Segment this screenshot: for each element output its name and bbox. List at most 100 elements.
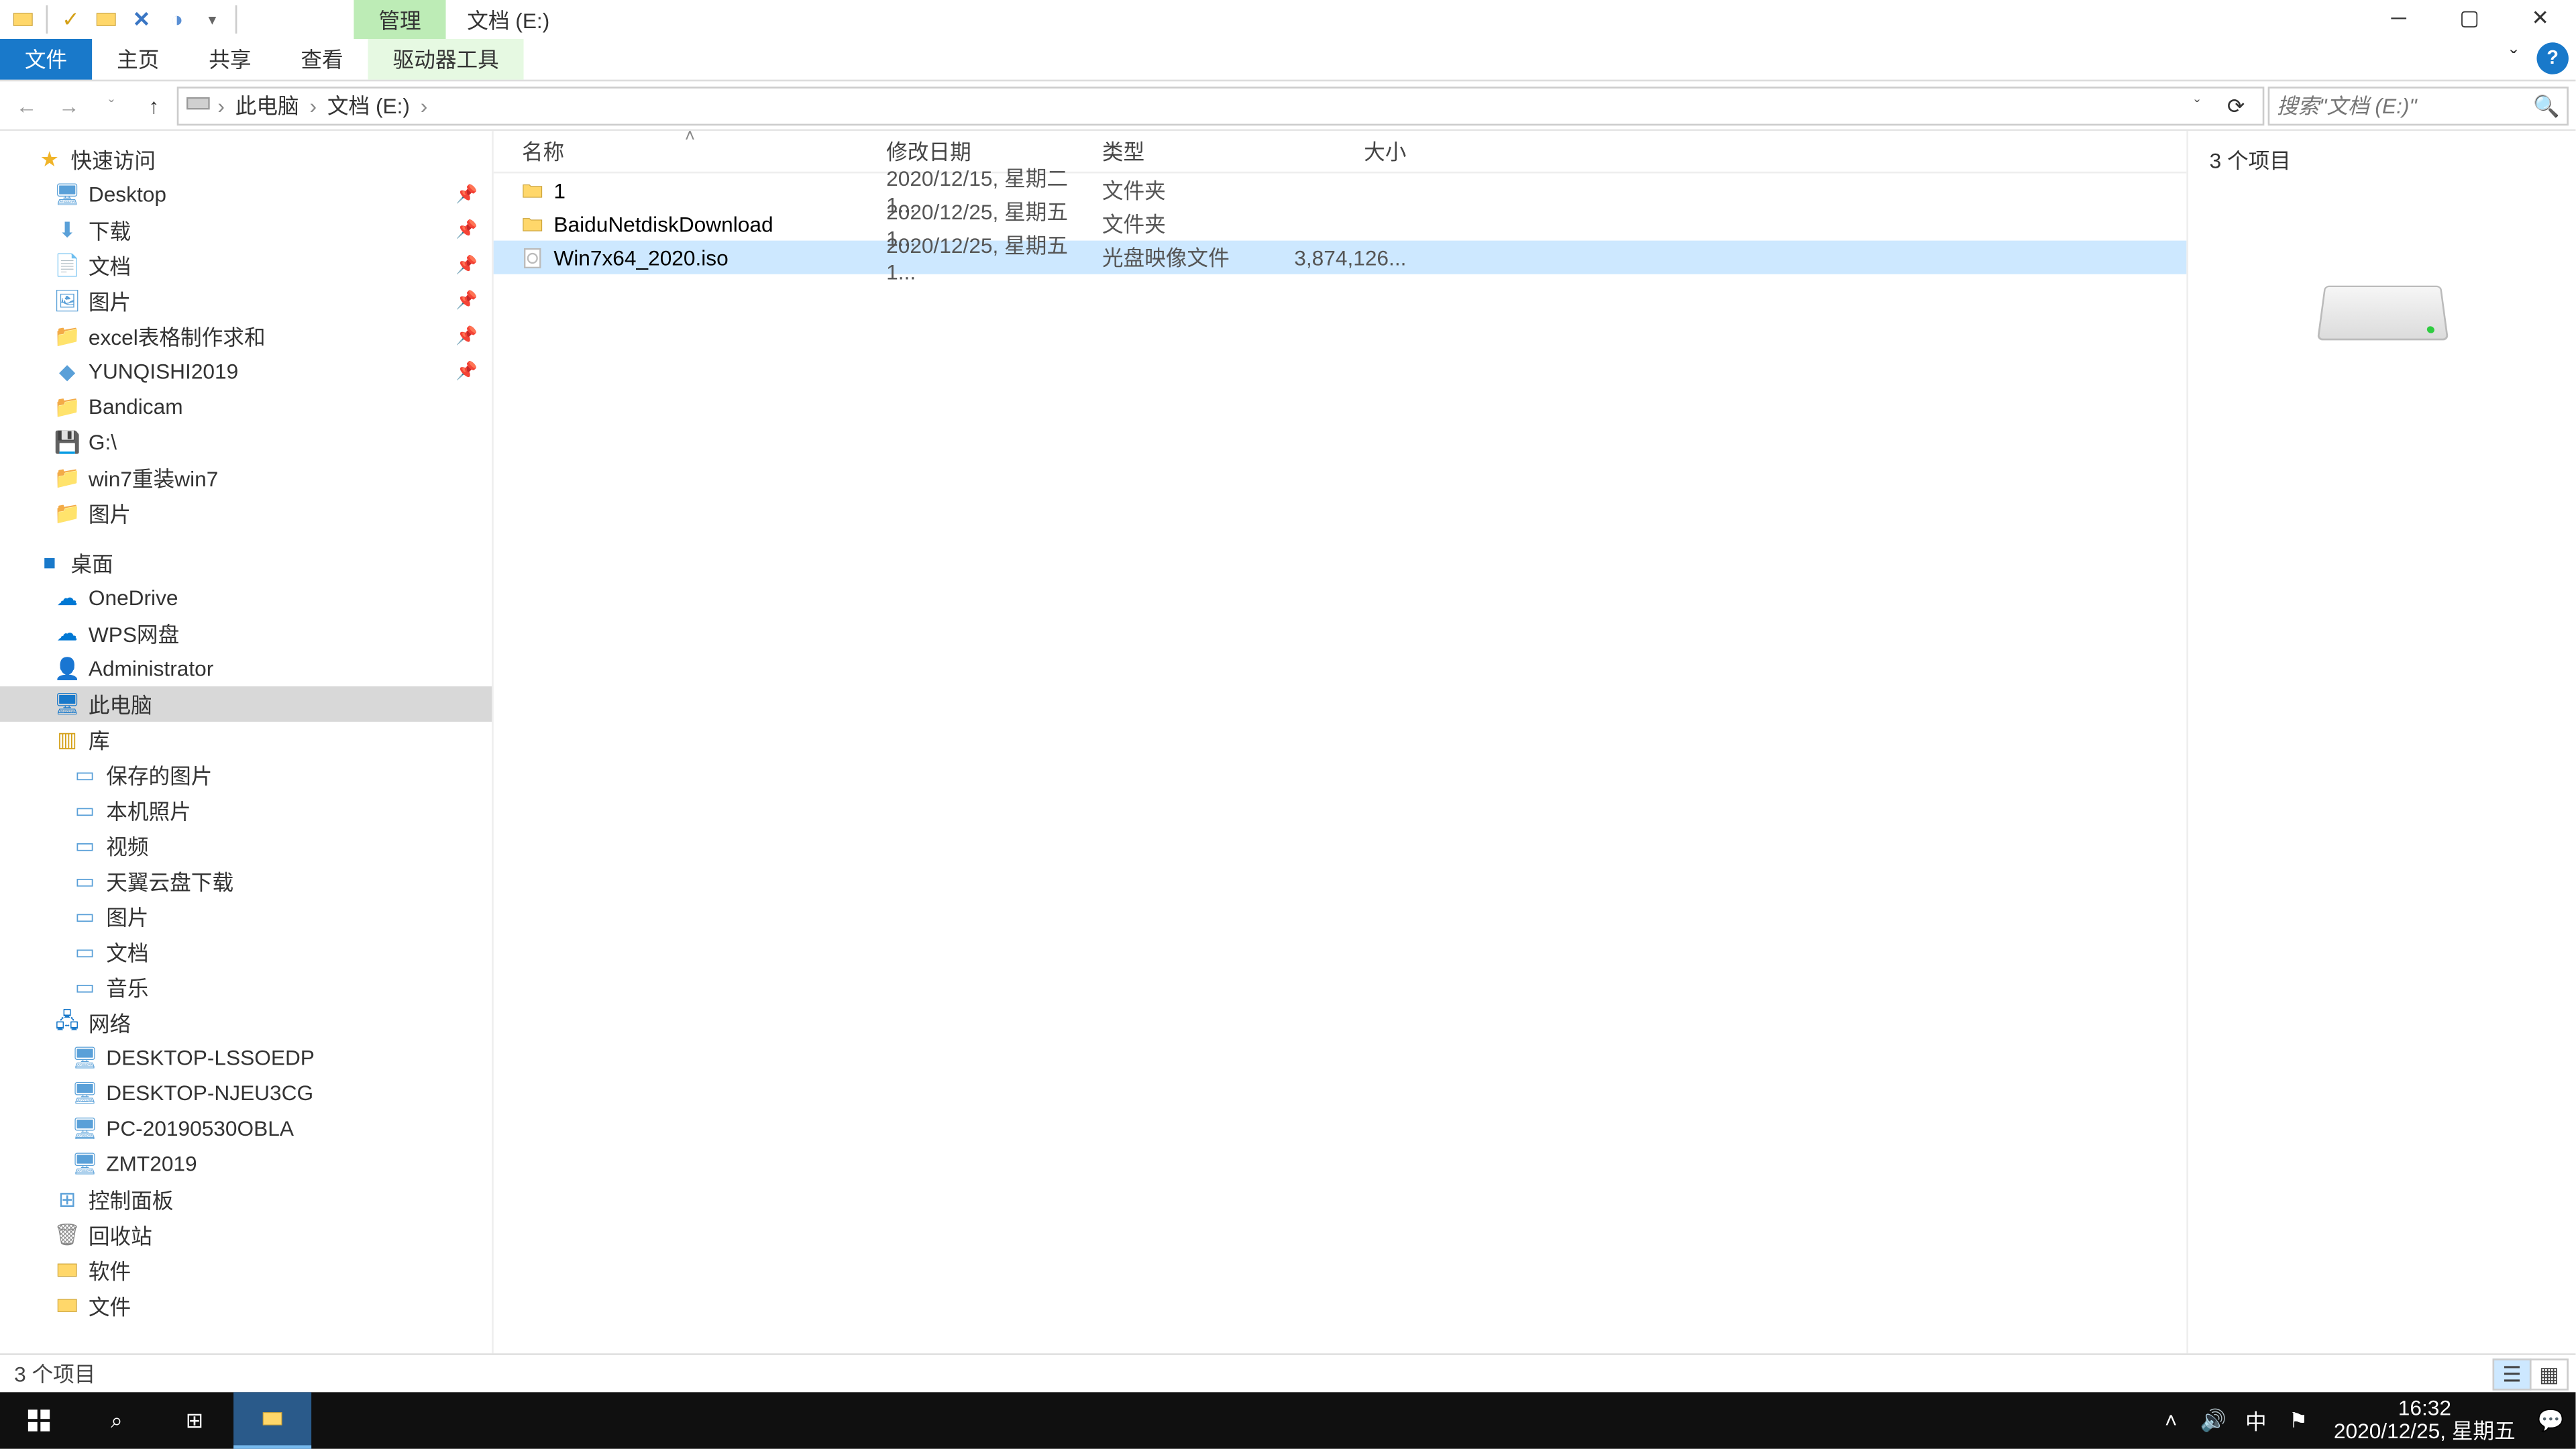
sidebar-item[interactable]: 🖼图片📌	[0, 283, 492, 319]
nav-label: WPS网盘	[89, 619, 179, 649]
maximize-button[interactable]: ▢	[2434, 0, 2505, 36]
tab-file[interactable]: 文件	[0, 39, 92, 80]
nav-network[interactable]: 🖧 网络	[0, 1005, 492, 1040]
thumbnails-view-button[interactable]: ▦	[2530, 1358, 2569, 1389]
sidebar-item[interactable]: 🖥PC-20190530OBLA	[0, 1111, 492, 1146]
file-list[interactable]: ˄ 名称 修改日期 类型 大小 1 2020/12/15, 星期二 1... 文…	[494, 131, 2187, 1353]
nav-label: DESKTOP-NJEU3CG	[106, 1081, 313, 1106]
clock[interactable]: 16:32 2020/12/25, 星期五	[2323, 1397, 2526, 1444]
folder-icon: 📁	[53, 499, 81, 527]
sidebar-item[interactable]: 📁excel表格制作求和📌	[0, 319, 492, 354]
sidebar-item[interactable]: ▭音乐	[0, 969, 492, 1005]
nav-label: 下载	[89, 215, 131, 245]
nav-software[interactable]: 软件	[0, 1252, 492, 1288]
nav-user[interactable]: 👤 Administrator	[0, 651, 492, 686]
nav-quick-access[interactable]: ★ 快速访问	[0, 142, 492, 177]
chevron-right-icon[interactable]: ›	[306, 93, 320, 117]
context-tab-manage[interactable]: 管理	[354, 0, 445, 39]
nav-desktop[interactable]: ■ 桌面	[0, 545, 492, 580]
clock-date: 2020/12/25, 星期五	[2334, 1421, 2516, 1444]
folder-icon: 🖥	[53, 180, 81, 209]
file-row[interactable]: Win7x64_2020.iso 2020/12/25, 星期五 1... 光盘…	[494, 241, 2187, 274]
sidebar-item[interactable]: 📄文档📌	[0, 248, 492, 283]
column-header-size[interactable]: 大小	[1283, 136, 1407, 166]
nav-recycle-bin[interactable]: 🗑 回收站	[0, 1217, 492, 1252]
sidebar-item[interactable]: ▭本机照片	[0, 792, 492, 828]
recent-dropdown-icon[interactable]: ˇ	[92, 86, 131, 125]
sidebar-item[interactable]: 🖥Desktop📌	[0, 177, 492, 213]
nav-this-pc[interactable]: 🖥 此电脑	[0, 686, 492, 722]
delete-icon[interactable]: ✕	[125, 3, 157, 35]
folder-icon: 📁	[53, 392, 81, 421]
nav-label: YUNQISHI2019	[89, 359, 238, 384]
column-header-type[interactable]: 类型	[1102, 136, 1283, 166]
tab-drive-tools[interactable]: 驱动器工具	[368, 39, 524, 80]
tab-home[interactable]: 主页	[92, 39, 184, 80]
ime-icon[interactable]: 中	[2239, 1392, 2274, 1448]
start-button[interactable]	[0, 1392, 78, 1448]
breadcrumb-this-pc[interactable]: 此电脑	[231, 90, 303, 120]
column-header-date[interactable]: 修改日期	[886, 136, 1102, 166]
minimize-button[interactable]: ─	[2363, 0, 2434, 36]
refresh-button[interactable]: ⟳	[2216, 86, 2255, 125]
sidebar-item[interactable]: 🖥ZMT2019	[0, 1146, 492, 1182]
computer-icon: 🖥	[70, 1044, 99, 1072]
chevron-right-icon[interactable]: ›	[214, 93, 228, 117]
close-button[interactable]: ✕	[2505, 0, 2575, 36]
chevron-right-icon[interactable]: ›	[417, 93, 431, 117]
nav-files[interactable]: 文件	[0, 1288, 492, 1324]
security-icon[interactable]: ⚑	[2281, 1392, 2316, 1448]
ribbon-expand-icon[interactable]: ˇ	[2498, 42, 2529, 74]
nav-label: 此电脑	[89, 689, 152, 719]
help-icon[interactable]: ?	[2536, 42, 2568, 74]
breadcrumb-current[interactable]: 文档 (E:)	[324, 90, 414, 120]
sidebar-item[interactable]: 🖥DESKTOP-LSSOEDP	[0, 1040, 492, 1076]
sidebar-item[interactable]: ▭保存的图片	[0, 757, 492, 793]
new-folder-icon[interactable]	[90, 3, 121, 35]
up-button[interactable]: ↑	[134, 86, 173, 125]
app-icon[interactable]	[7, 3, 39, 35]
sidebar-item[interactable]: ▭图片	[0, 899, 492, 934]
sidebar-item[interactable]: ⬇下载📌	[0, 212, 492, 248]
search-input[interactable]	[2277, 93, 2560, 117]
nav-wps[interactable]: ☁ WPS网盘	[0, 616, 492, 651]
addr-dropdown-icon[interactable]: ˇ	[2178, 86, 2216, 125]
sidebar-item[interactable]: ▭天翼云盘下载	[0, 863, 492, 899]
properties-icon[interactable]: ✓	[55, 3, 87, 35]
tray-overflow-icon[interactable]: ˄	[2153, 1392, 2189, 1448]
address-bar[interactable]: › 此电脑 › 文档 (E:) › ˇ ⟳	[177, 86, 2265, 125]
sidebar-item[interactable]: 📁Bandicam	[0, 389, 492, 425]
column-header-name[interactable]: ˄ 名称	[494, 136, 886, 166]
file-type: 光盘映像文件	[1102, 242, 1283, 272]
task-view-button[interactable]: ⊞	[156, 1392, 233, 1448]
nav-control-panel[interactable]: ⊞ 控制面板	[0, 1182, 492, 1218]
file-name: 1	[553, 178, 886, 203]
sidebar-item[interactable]: ▭视频	[0, 828, 492, 863]
rename-icon[interactable]: ◑	[161, 3, 193, 35]
pin-icon: 📌	[455, 362, 478, 381]
volume-icon[interactable]: 🔊	[2196, 1392, 2231, 1448]
file-row[interactable]: 1 2020/12/15, 星期二 1... 文件夹	[494, 173, 2187, 207]
sidebar-item[interactable]: 📁win7重装win7	[0, 460, 492, 496]
back-button[interactable]: ←	[7, 86, 46, 125]
search-box[interactable]: 🔍	[2268, 86, 2569, 125]
tab-view[interactable]: 查看	[276, 39, 368, 80]
file-explorer-taskbar[interactable]	[233, 1392, 311, 1448]
action-center-icon[interactable]: 💬	[2533, 1392, 2569, 1448]
sidebar-item[interactable]: 📁图片	[0, 495, 492, 531]
qat-dropdown-icon[interactable]: ▾	[197, 3, 228, 35]
file-row[interactable]: BaiduNetdiskDownload 2020/12/25, 星期五 1..…	[494, 207, 2187, 241]
sidebar-item[interactable]: 🖥DESKTOP-NJEU3CG	[0, 1075, 492, 1111]
iso-icon	[519, 245, 547, 270]
sidebar-item[interactable]: 💾G:\	[0, 425, 492, 460]
sidebar-item[interactable]: ◆YUNQISHI2019📌	[0, 354, 492, 389]
search-icon[interactable]: 🔍	[2533, 93, 2559, 117]
nav-onedrive[interactable]: ☁ OneDrive	[0, 580, 492, 616]
details-view-button[interactable]: ☰	[2493, 1358, 2532, 1389]
sidebar-item[interactable]: ▭文档	[0, 934, 492, 969]
pin-icon: 📌	[455, 220, 478, 239]
nav-libraries[interactable]: ▥ 库	[0, 722, 492, 757]
tab-share[interactable]: 共享	[184, 39, 276, 80]
search-button[interactable]: ⌕	[78, 1392, 156, 1448]
forward-button[interactable]: →	[50, 86, 89, 125]
